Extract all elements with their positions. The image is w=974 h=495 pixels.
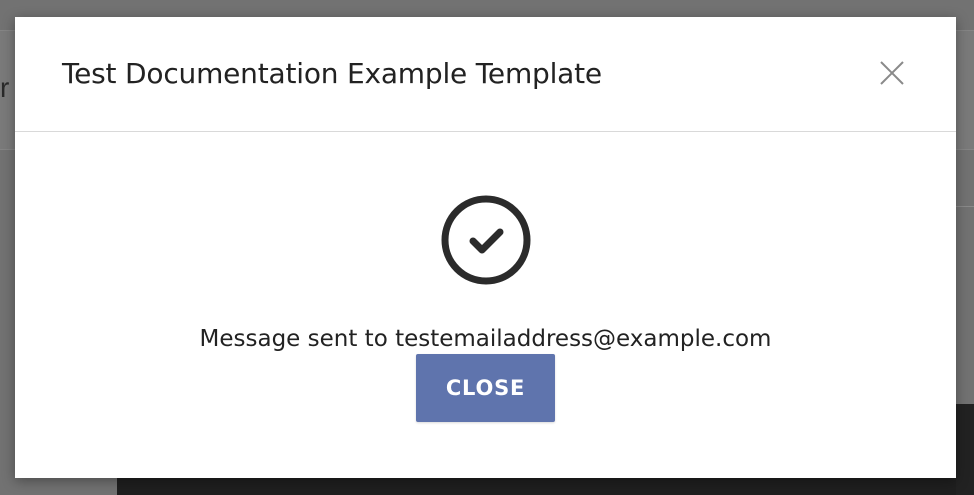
- background-partial-text: r: [0, 72, 10, 103]
- success-message: Message sent to testemailaddress@example…: [199, 326, 772, 352]
- confirmation-modal: Test Documentation Example Template Mess…: [15, 17, 956, 478]
- close-icon-graphic: [880, 61, 904, 85]
- modal-title: Test Documentation Example Template: [62, 57, 602, 90]
- modal-header: Test Documentation Example Template: [15, 17, 956, 132]
- modal-body: Message sent to testemailaddress@example…: [15, 133, 956, 478]
- check-circle-icon: [440, 194, 532, 286]
- background-divider: [956, 206, 974, 207]
- close-button[interactable]: CLOSE: [416, 354, 555, 422]
- close-icon[interactable]: [878, 59, 906, 87]
- background-side-panel: [956, 404, 974, 495]
